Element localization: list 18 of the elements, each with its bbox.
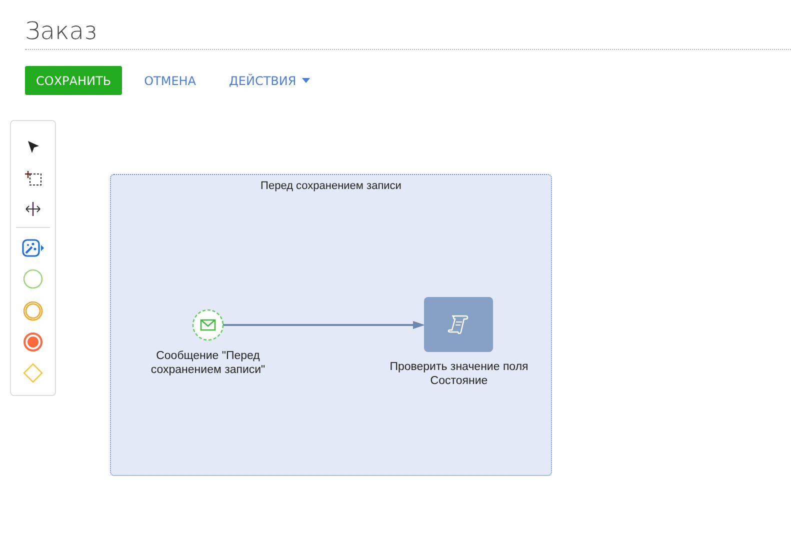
actions-dropdown[interactable]: ДЕЙСТВИЯ bbox=[229, 66, 310, 95]
caret-icon bbox=[302, 78, 310, 83]
lasso-select-icon bbox=[24, 170, 42, 186]
message-start-event bbox=[192, 309, 224, 341]
event-label: Сообщение "Перед сохранением записи" bbox=[150, 349, 266, 377]
start-event-icon bbox=[23, 269, 43, 290]
page-title: Заказ bbox=[25, 14, 791, 50]
subprocess-title: Перед сохранением записи bbox=[260, 180, 402, 192]
magic-wand-icon bbox=[22, 238, 44, 257]
end-event-icon bbox=[23, 332, 43, 352]
gateway-icon bbox=[23, 363, 43, 384]
task-label: Проверить значение поля Состояние bbox=[388, 360, 530, 388]
cancel-button[interactable]: ОТМЕНА bbox=[144, 66, 196, 95]
space-tool-icon bbox=[25, 201, 41, 218]
intermediate-event-icon bbox=[23, 300, 43, 321]
save-button[interactable]: СОХРАНИТЬ bbox=[25, 66, 122, 95]
pointer-icon bbox=[26, 140, 40, 154]
scroll-icon bbox=[446, 312, 470, 336]
